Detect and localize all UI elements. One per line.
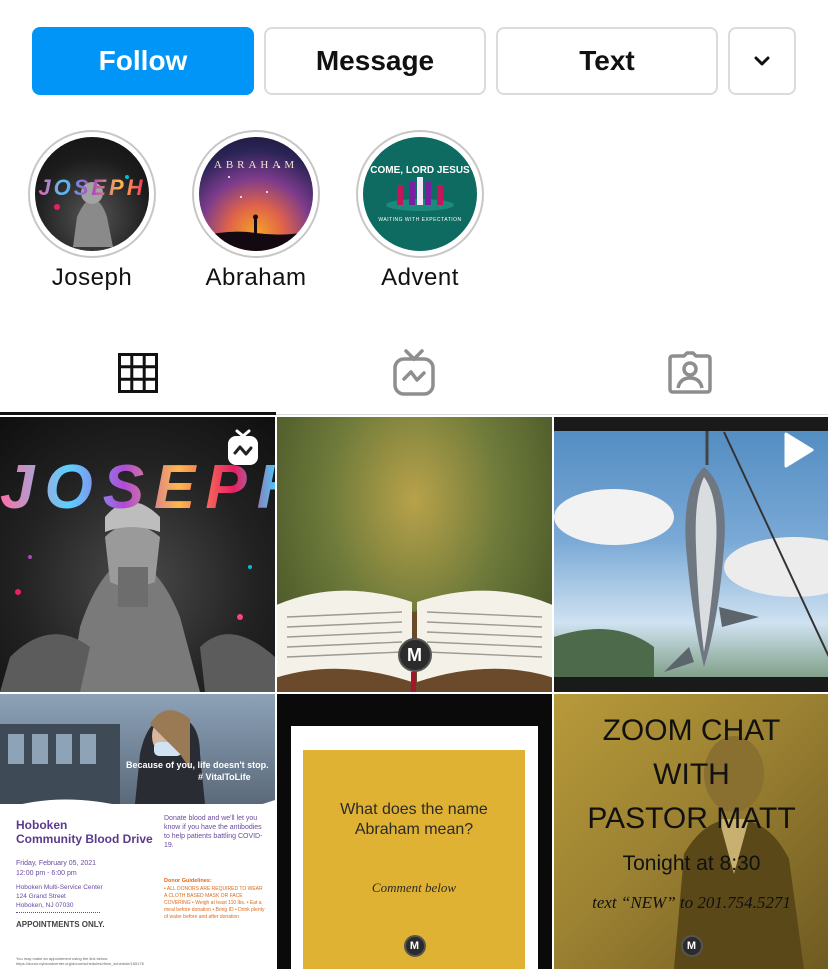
question-text: What does the name Abraham mean? — [340, 801, 488, 838]
profile-tabs — [0, 330, 828, 416]
drive-footnote: You may make an appointment using the li… — [16, 956, 144, 966]
drive-side-text: Donate blood and we'll let you know if y… — [164, 815, 263, 849]
grid-icon — [118, 353, 158, 393]
overlay-text-1: Because of you, life doesn't stop. — [126, 760, 269, 770]
highlight-cover-title: JOSEPH — [35, 175, 149, 201]
post-tile[interactable]: What does the name Abraham mean? Comment… — [277, 694, 552, 969]
highlight-ring: COME, LORD JESUS WAITING WITH EXPECTATIO… — [356, 130, 484, 258]
post-tile[interactable]: M — [277, 417, 552, 692]
overlay-text-2: # VitalToLife — [198, 772, 251, 782]
drive-heading-1: Hoboken — [16, 818, 68, 832]
zoom-line-2: WITH — [653, 758, 730, 791]
more-options-button[interactable] — [728, 27, 796, 95]
tab-selected-indicator — [0, 412, 276, 415]
highlight-cover-abraham: ABRAHAM — [199, 137, 313, 251]
drive-date: Friday, February 05, 2021 — [16, 860, 97, 867]
drive-venue-2: 124 Grand Street — [16, 893, 66, 900]
brand-mark-icon: M — [680, 935, 703, 957]
tab-posts[interactable] — [0, 330, 276, 416]
brand-mark-icon: M — [397, 638, 432, 672]
highlight-cover-subtitle: WAITING WITH EXPECTATION — [378, 217, 462, 223]
highlight-cover-joseph: JOSEPH — [35, 137, 149, 251]
highlight-abraham[interactable]: ABRAHAM Abraham — [192, 130, 320, 292]
drive-heading-2: Community Blood Drive — [16, 832, 153, 846]
igtv-icon — [393, 349, 435, 396]
question-card: What does the name Abraham mean? Comment… — [291, 726, 538, 969]
tagged-icon — [668, 351, 712, 394]
comment-prompt: Comment below — [371, 880, 457, 895]
drive-venue-1: Hoboken Multi-Service Center — [16, 884, 103, 891]
text-button[interactable]: Text — [496, 27, 718, 95]
zoom-line-3: PASTOR MATT — [587, 802, 796, 835]
highlight-advent[interactable]: COME, LORD JESUS WAITING WITH EXPECTATIO… — [356, 130, 484, 292]
highlight-ring: JOSEPH — [28, 130, 156, 258]
post-tile[interactable] — [554, 417, 828, 692]
drive-divider — [16, 912, 100, 913]
highlight-label: Joseph — [51, 264, 133, 291]
highlight-cover-advent: COME, LORD JESUS WAITING WITH EXPECTATIO… — [363, 137, 477, 251]
zoom-line-5: text “NEW” to 201.754.5271 — [592, 893, 791, 912]
zoom-line-4: Tonight at 8:30 — [622, 852, 761, 875]
highlight-label: Advent — [381, 264, 459, 291]
zoom-line-1: ZOOM CHAT — [602, 714, 781, 747]
highlight-ring: ABRAHAM — [192, 130, 320, 258]
post-tile[interactable]: Because of you, life doesn't stop. # Vit… — [0, 694, 275, 969]
follow-button[interactable]: Follow — [32, 27, 254, 95]
chevron-down-icon — [754, 56, 770, 66]
post-tile[interactable]: ZOOM CHAT WITH PASTOR MATT Tonight at 8:… — [554, 694, 828, 969]
brand-mark-icon: M — [403, 935, 426, 957]
tab-igtv[interactable] — [276, 330, 552, 416]
message-button[interactable]: Message — [264, 27, 486, 95]
post-tile[interactable]: JOSEPH — [0, 417, 275, 692]
drive-guidelines: • ALL DONORS ARE REQUIRED TO WEAR A CLOT… — [164, 886, 265, 920]
igtv-badge — [226, 429, 260, 472]
tabs-divider — [276, 414, 828, 415]
drive-time: 12:00 pm - 6:00 pm — [16, 870, 77, 877]
play-icon — [784, 432, 814, 468]
igtv-icon — [228, 429, 258, 465]
post-photo-header — [0, 694, 275, 804]
highlight-joseph[interactable]: JOSEPH Joseph — [28, 130, 156, 292]
highlight-label: Abraham — [205, 264, 307, 291]
drive-venue-3: Hoboken, NJ 07030 — [16, 902, 74, 909]
tab-tagged[interactable] — [552, 330, 828, 416]
drive-guidelines-title: Donor Guidelines: — [164, 878, 212, 884]
drive-appointments: APPOINTMENTS ONLY. — [16, 920, 105, 929]
